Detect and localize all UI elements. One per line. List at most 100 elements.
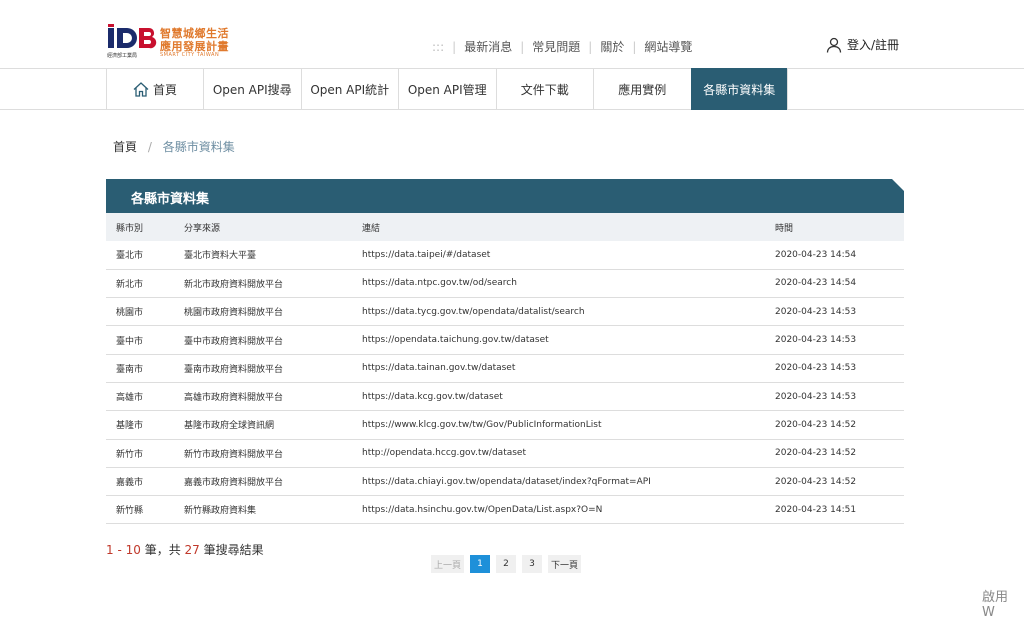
- cell-link[interactable]: https://data.kcg.gov.tw/dataset: [352, 382, 765, 410]
- results-range: 1 - 10: [106, 543, 141, 557]
- cell-county: 基隆市: [116, 421, 144, 432]
- panel-title: 各縣市資料集: [131, 192, 210, 207]
- results-tail-text: 筆搜尋結果: [199, 543, 264, 557]
- nav-api-manage[interactable]: Open API管理: [398, 68, 496, 110]
- topnav-faq-link[interactable]: 常見問題: [532, 38, 580, 55]
- table-row: 嘉義市 嘉義市政府資料開放平台 https://data.chiayi.gov.…: [106, 467, 904, 496]
- user-icon: [826, 37, 842, 53]
- datasets-table: 縣市別 分享來源 連結 時間 臺北市 臺北市資料大平臺 https://data…: [106, 213, 904, 524]
- brand-ministry: 經濟部工業局: [107, 53, 138, 59]
- cell-time: 2020-04-23 14:54: [775, 278, 857, 289]
- topnav-sitemap-link[interactable]: 網站導覽: [644, 38, 692, 55]
- topnav-about-link[interactable]: 關於: [600, 38, 624, 55]
- top-utility-nav: ::: | 最新消息 | 常見問題 | 關於 | 網站導覽: [432, 38, 692, 55]
- login-label: 登入/註冊: [847, 38, 900, 52]
- pager-page-3[interactable]: 3: [522, 555, 543, 573]
- cell-source: 高雄市政府資料開放平台: [184, 393, 284, 404]
- nav-examples[interactable]: 應用實例: [593, 68, 691, 110]
- table-row: 新竹市 新竹市政府資料開放平台 http://opendata.hccg.gov…: [106, 439, 904, 468]
- col-link: 連結: [362, 223, 381, 234]
- cell-link[interactable]: https://data.chiayi.gov.tw/opendata/data…: [352, 467, 765, 495]
- cell-source: 臺中市政府資料開放平台: [184, 336, 284, 347]
- pager-next-button[interactable]: 下一頁: [548, 555, 582, 573]
- results-mid-text: 筆，共: [140, 543, 185, 557]
- nav-api-search[interactable]: Open API搜尋: [203, 68, 301, 110]
- cell-link[interactable]: https://data.tainan.gov.tw/dataset: [352, 354, 765, 382]
- home-icon: [133, 81, 149, 97]
- cell-link[interactable]: http://opendata.hccg.gov.tw/dataset: [352, 439, 765, 467]
- cell-time: 2020-04-23 14:54: [775, 249, 857, 260]
- cell-link[interactable]: https://data.tycg.gov.tw/opendata/datali…: [352, 298, 765, 326]
- cell-county: 新北市: [116, 279, 144, 290]
- cell-source: 桃園市政府資料開放平台: [184, 308, 284, 319]
- cell-source: 臺北市資料大平臺: [184, 251, 257, 262]
- cell-link[interactable]: https://www.klcg.gov.tw/tw/Gov/PublicInf…: [352, 411, 765, 439]
- panel-header-bg: [106, 179, 904, 213]
- nav-home[interactable]: 首頁: [106, 68, 203, 110]
- nav-api-stats[interactable]: Open API統計: [300, 68, 399, 110]
- separator: |: [588, 39, 593, 54]
- site-header: 智慧城鄉生活 應用發展計畫 經濟部工業局 SMART CITY TAIWAN :…: [0, 0, 1024, 68]
- cell-time: 2020-04-23 14:52: [775, 448, 857, 459]
- cell-source: 新竹市政府資料開放平台: [184, 449, 284, 460]
- cell-time: 2020-04-23 14:51: [775, 504, 857, 515]
- breadcrumb-home[interactable]: 首頁: [113, 140, 137, 154]
- breadcrumb-current: 各縣市資料集: [162, 140, 235, 154]
- cell-county: 臺北市: [116, 251, 144, 262]
- nav-docs-download[interactable]: 文件下載: [495, 68, 594, 110]
- table-row: 臺中市 臺中市政府資料開放平台 https://opendata.taichun…: [106, 326, 904, 355]
- nav-home-label: 首頁: [152, 82, 177, 97]
- col-time: 時間: [775, 223, 794, 234]
- results-summary: 1 - 10 筆，共 27 筆搜尋結果: [106, 541, 264, 558]
- table-row: 桃園市 桃園市政府資料開放平台 https://data.tycg.gov.tw…: [106, 298, 904, 326]
- pager-page-2[interactable]: 2: [496, 555, 517, 573]
- main-nav: 首頁 Open API搜尋 Open API統計 Open API管理 文件下載…: [0, 68, 1024, 110]
- cell-link[interactable]: https://data.taipei/#/dataset: [352, 241, 765, 269]
- cell-county: 高雄市: [116, 393, 144, 404]
- cell-time: 2020-04-23 14:53: [775, 335, 857, 346]
- breadcrumb-separator: /: [147, 140, 152, 154]
- cell-county: 新竹縣: [116, 506, 144, 517]
- cell-county: 新竹市: [116, 449, 144, 460]
- cell-source: 嘉義市政府資料開放平台: [184, 478, 284, 489]
- login-link[interactable]: 登入/註冊: [826, 36, 899, 53]
- panel-header: 各縣市資料集: [106, 179, 904, 213]
- table-row: 基隆市 基隆市政府全球資訊網 https://www.klcg.gov.tw/t…: [106, 411, 904, 440]
- pager-prev-button[interactable]: 上一頁: [431, 555, 465, 573]
- site-logo[interactable]: 智慧城鄉生活 應用發展計畫 經濟部工業局 SMART CITY TAIWAN: [107, 24, 237, 60]
- table-row: 高雄市 高雄市政府資料開放平台 https://data.kcg.gov.tw/…: [106, 382, 904, 411]
- cell-link[interactable]: https://data.hsinchu.gov.tw/OpenData/Lis…: [352, 496, 765, 524]
- cell-source: 臺南市政府資料開放平台: [184, 364, 284, 375]
- cell-source: 基隆市政府全球資訊網: [184, 421, 275, 432]
- cell-time: 2020-04-23 14:53: [775, 391, 857, 402]
- brand-english: SMART CITY TAIWAN: [160, 52, 220, 58]
- pager-page-1[interactable]: 1: [470, 555, 491, 573]
- cell-county: 臺中市: [116, 336, 144, 347]
- cell-link[interactable]: https://opendata.taichung.gov.tw/dataset: [352, 326, 765, 354]
- breadcrumb: 首頁 / 各縣市資料集: [113, 138, 235, 155]
- topnav-news-link[interactable]: 最新消息: [464, 38, 512, 55]
- table-row: 臺南市 臺南市政府資料開放平台 https://data.tainan.gov.…: [106, 354, 904, 383]
- accesskey-dots[interactable]: :::: [432, 40, 444, 54]
- cell-county: 嘉義市: [116, 478, 144, 489]
- cell-county: 臺南市: [116, 364, 144, 375]
- table-row: 新北市 新北市政府資料開放平台 https://data.ntpc.gov.tw…: [106, 269, 904, 298]
- table-header-row: 縣市別 分享來源 連結 時間: [106, 213, 904, 241]
- activation-watermark: 啟用 W: [982, 590, 1009, 620]
- col-source: 分享來源: [184, 223, 221, 234]
- cell-link[interactable]: https://data.ntpc.gov.tw/od/search: [352, 269, 765, 297]
- cell-source: 新竹縣政府資料集: [184, 506, 257, 517]
- cell-county: 桃園市: [116, 308, 144, 319]
- results-total: 27: [184, 543, 200, 557]
- cell-time: 2020-04-23 14:53: [775, 306, 857, 317]
- separator: |: [632, 39, 637, 54]
- cell-source: 新北市政府資料開放平台: [184, 279, 284, 290]
- pagination: 上一頁 1 2 3 下一頁: [431, 555, 587, 573]
- table-row: 臺北市 臺北市資料大平臺 https://data.taipei/#/datas…: [106, 241, 904, 270]
- separator: |: [520, 39, 525, 54]
- idb-logo-mark: [108, 24, 157, 49]
- table-row: 新竹縣 新竹縣政府資料集 https://data.hsinchu.gov.tw…: [106, 496, 904, 524]
- col-county: 縣市別: [116, 223, 144, 234]
- cell-time: 2020-04-23 14:53: [775, 363, 857, 374]
- nav-county-datasets[interactable]: 各縣市資料集: [690, 68, 788, 110]
